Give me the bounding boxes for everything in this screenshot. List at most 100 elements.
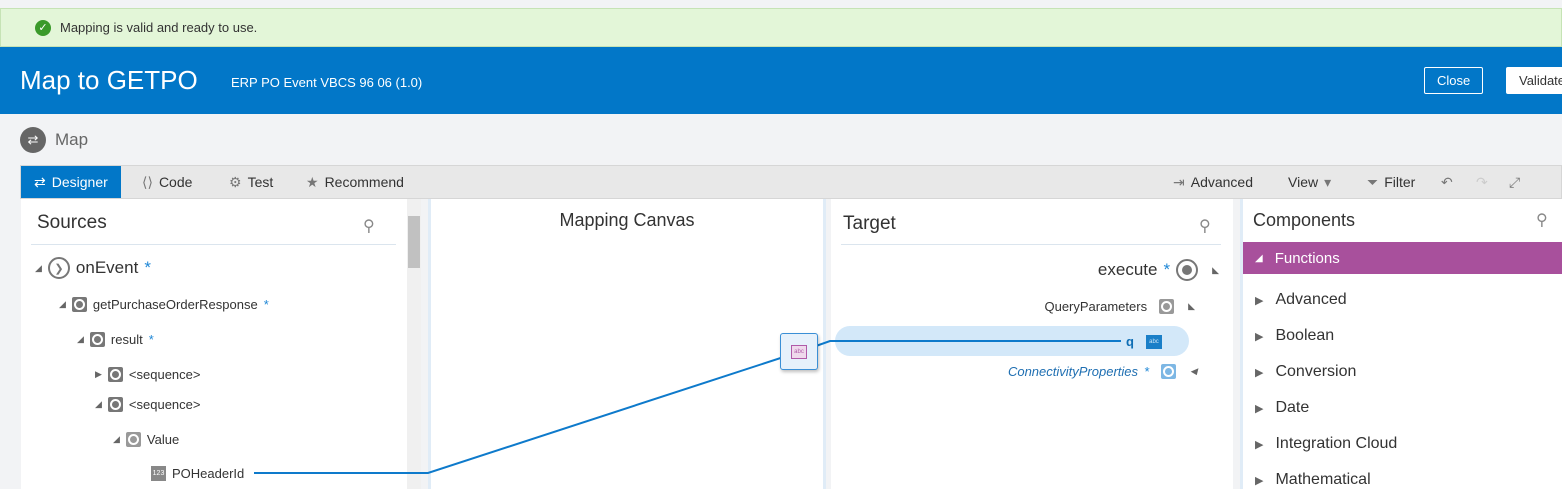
function-category[interactable]: ▶ Conversion [1255, 363, 1356, 381]
tree-node-execute[interactable]: execute * ◣ [1098, 259, 1219, 281]
map-icon: ⇄ [20, 127, 46, 153]
tab-designer[interactable]: ⇄ Designer [21, 166, 121, 198]
tree-node-connectivityproperties[interactable]: ConnectivityProperties * ◀ [1008, 364, 1197, 379]
collection-icon [1159, 299, 1175, 314]
target-title: Target [843, 213, 896, 234]
search-icon[interactable]: ⚲ [363, 216, 375, 236]
undo-button[interactable]: ↶ [1441, 166, 1453, 198]
view-label: View [1288, 174, 1319, 190]
page-title: Map to GETPO [20, 65, 198, 95]
category-label: Date [1275, 399, 1310, 416]
scrollbar[interactable] [407, 199, 421, 489]
node-label: getPurchaseOrderResponse [92, 297, 258, 312]
tree-node-sequence[interactable]: ◢ <sequence> [95, 397, 201, 412]
function-category[interactable]: ▶ Integration Cloud [1255, 435, 1397, 453]
tab-label: Test [247, 174, 274, 190]
designer-icon: ⇄ [34, 173, 46, 190]
tab-label: Designer [51, 174, 108, 190]
breadcrumb: ⇄ Map [20, 127, 88, 153]
string-icon: abc [791, 344, 807, 359]
required-star: * [144, 258, 151, 277]
tree-node-onevent[interactable]: ◢ ❯ onEvent * [35, 257, 151, 279]
node-label: execute [1097, 260, 1158, 279]
components-title: Components [1253, 210, 1356, 230]
function-category[interactable]: ▶ Boolean [1255, 327, 1334, 345]
object-icon [107, 367, 123, 382]
header: Map to GETPO ERP PO Event VBCS 96 06 (1.… [0, 47, 1562, 114]
function-category[interactable]: ▶ Mathematical [1255, 471, 1371, 489]
search-icon[interactable]: ⚲ [1536, 210, 1548, 230]
node-label: Value [146, 432, 180, 447]
event-icon: ❯ [47, 257, 70, 279]
number-icon: 123 [151, 466, 166, 481]
required-star: * [1163, 260, 1171, 279]
sources-title: Sources [37, 212, 107, 233]
tab-test[interactable]: ⚙ Test [229, 166, 273, 198]
star-icon: ★ [306, 173, 319, 190]
fullscreen-button[interactable]: ⤢ [1509, 166, 1520, 198]
filter-label: Filter [1384, 174, 1416, 190]
breadcrumb-label: Map [55, 130, 89, 149]
node-label: ConnectivityProperties [1007, 364, 1139, 379]
mapping-canvas: Mapping Canvas [428, 199, 826, 489]
redo-icon: ↷ [1476, 173, 1488, 190]
node-label: onEvent [75, 258, 139, 277]
object-icon [89, 332, 105, 347]
advanced-label: Advanced [1190, 174, 1254, 190]
target-icon [1176, 259, 1199, 281]
tab-label: Recommend [324, 174, 404, 190]
node-label: <sequence> [128, 397, 201, 412]
collection-icon [125, 432, 141, 447]
category-label: Advanced [1275, 291, 1347, 308]
functions-section[interactable]: ◢ Functions [1243, 242, 1562, 274]
tree-node-sequence[interactable]: ▶ <sequence> [95, 367, 201, 382]
filter-button[interactable]: ⏷ Filter [1367, 166, 1415, 198]
undo-icon: ↶ [1441, 173, 1453, 190]
tree-node-getpurchaseorderresponse[interactable]: ◢ getPurchaseOrderResponse * [59, 297, 269, 312]
tree-node-queryparameters[interactable]: QueryParameters ◣ [1044, 299, 1195, 314]
canvas-title: Mapping Canvas [559, 210, 695, 230]
status-banner: ✓ Mapping is valid and ready to use. [0, 8, 1562, 47]
tree-node-q[interactable]: q abc [1126, 334, 1162, 349]
chevron-down-icon: ▾ [1324, 173, 1332, 190]
object-icon [107, 397, 123, 412]
redo-button[interactable]: ↷ [1476, 166, 1488, 198]
tab-recommend[interactable]: ★ Recommend [306, 166, 404, 198]
node-label: result [110, 332, 143, 347]
node-label: <sequence> [128, 367, 201, 382]
node-label: POHeaderId [172, 466, 245, 481]
status-message: Mapping is valid and ready to use. [60, 20, 258, 35]
collapse-icon: ◢ [1255, 252, 1263, 264]
advanced-button[interactable]: ⇥ Advanced [1173, 166, 1253, 198]
object-icon [71, 297, 87, 312]
page-subtitle: ERP PO Event VBCS 96 06 (1.0) [231, 75, 423, 90]
category-label: Integration Cloud [1275, 435, 1398, 452]
view-menu[interactable]: View ▾ [1288, 166, 1331, 198]
node-label: q [1126, 334, 1134, 349]
expand-icon: ⇥ [1173, 173, 1185, 190]
function-category[interactable]: ▶ Date [1255, 399, 1309, 417]
category-label: Conversion [1275, 363, 1357, 380]
tab-code[interactable]: ⟨⟩ Code [142, 166, 192, 198]
sources-panel: Sources ⚲ ◢ ❯ onEvent * ◢ getPurchaseOrderRe… [21, 199, 421, 489]
search-icon[interactable]: ⚲ [1199, 216, 1211, 236]
validate-button[interactable]: Validate [1506, 67, 1562, 94]
filter-icon: ⏷ [1367, 173, 1379, 190]
target-panel: Target ⚲ execute * ◣ QueryParameters ◣ q abc… [831, 199, 1233, 489]
gear-icon: ⚙ [229, 173, 242, 190]
section-label: Functions [1274, 249, 1340, 267]
code-icon: ⟨⟩ [142, 173, 153, 190]
close-button[interactable]: Close [1424, 67, 1484, 94]
function-node[interactable]: abc [780, 333, 818, 370]
required-star: * [148, 332, 154, 347]
function-category[interactable]: ▶ Advanced [1255, 291, 1347, 309]
tree-node-value[interactable]: ◢ Value [113, 432, 179, 447]
fullscreen-icon: ⤢ [1509, 173, 1521, 190]
components-panel: Components ⚲ ◢ Functions ▶ Advanced ▶ Boole… [1240, 199, 1562, 489]
check-circle-icon: ✓ [35, 19, 51, 36]
category-label: Mathematical [1275, 471, 1371, 488]
tree-node-poheaderid[interactable]: 123 POHeaderId [151, 466, 244, 481]
toolbar: ⇄ Designer ⟨⟩ Code ⚙ Test ★ Recommend ⇥ Advan… [20, 165, 1562, 199]
node-label: QueryParameters [1044, 299, 1148, 314]
tree-node-result[interactable]: ◢ result * [77, 332, 154, 347]
